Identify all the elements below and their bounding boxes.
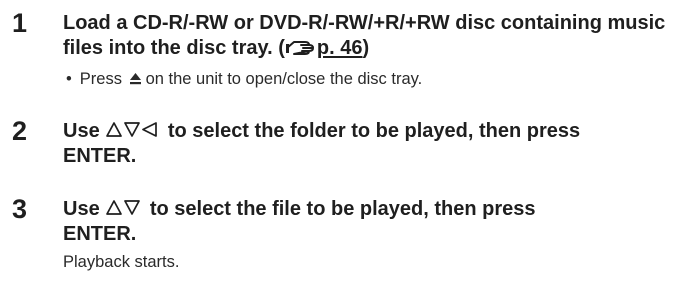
step-body: Load a CD-R/-RW or DVD-R/-RW/+R/+RW disc…	[63, 11, 683, 90]
step-title-after: to select the file to be played, then pr…	[149, 198, 536, 220]
down-triangle-icon	[124, 200, 141, 215]
down-triangle-icon	[124, 122, 141, 137]
page-reference-hand-icon	[285, 41, 314, 55]
left-triangle-icon	[142, 122, 158, 137]
bullet-item: • Press on the unit to open/close the dis…	[66, 68, 683, 90]
direction-arrows-icon	[106, 122, 158, 137]
page-reference[interactable]: p. 46	[285, 37, 363, 59]
step-body: Use to select the folder to be played, t…	[63, 119, 683, 169]
step-title: Use to select the file to be played, the…	[63, 197, 683, 247]
step-number: 3	[12, 194, 28, 224]
step-title-before: Use	[63, 198, 100, 220]
bullet-text-before: Press	[79, 70, 122, 88]
step-title-close: )	[362, 37, 370, 59]
step-note: Playback starts.	[63, 253, 180, 271]
step-body: Use to select the file to be played, the…	[63, 197, 683, 273]
step-title-line2: ENTER.	[63, 145, 137, 167]
bullet-text-after: on the unit to open/close the disc tray.	[145, 70, 423, 88]
up-triangle-icon	[106, 122, 123, 137]
eject-icon	[129, 73, 141, 85]
step-number: 1	[12, 8, 28, 38]
up-triangle-icon	[106, 200, 123, 215]
bullet-dot: •	[66, 70, 72, 88]
step-number: 2	[12, 116, 28, 146]
page-reference-link[interactable]: p. 46	[317, 37, 363, 59]
step-title-before: Use	[63, 120, 100, 142]
step-title: Use to select the folder to be played, t…	[63, 119, 683, 169]
direction-arrows-icon	[106, 200, 141, 215]
step-title-after: to select the folder to be played, then …	[167, 120, 581, 142]
step-title: Load a CD-R/-RW or DVD-R/-RW/+R/+RW disc…	[63, 11, 683, 61]
step-title-line2: ENTER.	[63, 223, 137, 245]
